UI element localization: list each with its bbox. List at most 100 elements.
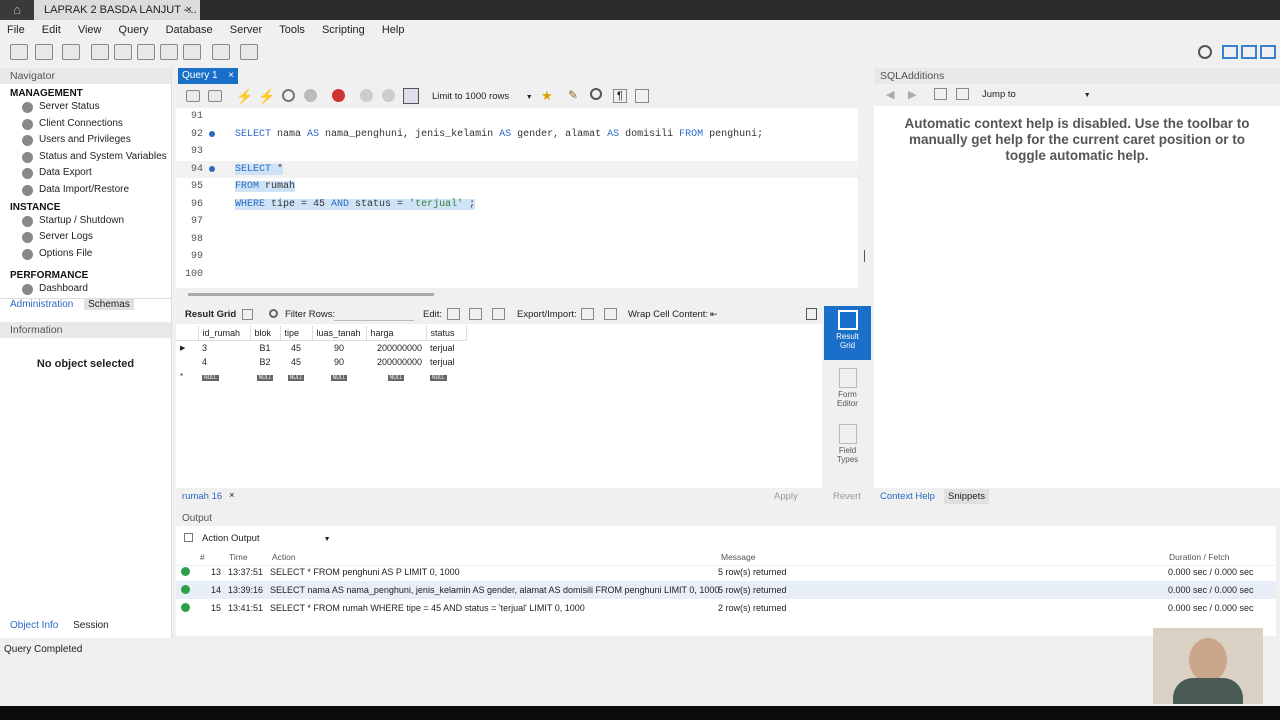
cell[interactable]: 3 (198, 341, 250, 356)
wrap-toggle-icon[interactable]: ⇤ (710, 309, 718, 320)
column-header[interactable]: blok (250, 326, 281, 341)
menu-query[interactable]: Query (112, 20, 156, 40)
tab-snippets[interactable]: Snippets (944, 489, 989, 504)
save-icon[interactable] (208, 90, 222, 102)
bookmark-star-icon[interactable]: ★ (541, 88, 553, 104)
menu-file[interactable]: File (0, 20, 32, 40)
toggle-panel-icon[interactable] (806, 308, 817, 320)
jump-to-select[interactable]: Jump to ▼ (982, 89, 1091, 100)
forward-icon[interactable]: ▶ (908, 88, 916, 101)
create-view-icon[interactable] (137, 44, 155, 60)
home-icon[interactable]: ⌂ (0, 0, 34, 20)
nav-options-file[interactable]: Options File (0, 246, 171, 263)
tab-session[interactable]: Session (73, 620, 109, 631)
horizontal-scrollbar[interactable] (176, 290, 858, 300)
autocommit-icon[interactable] (403, 88, 419, 104)
grid-icon[interactable] (242, 309, 253, 320)
new-connection-icon[interactable] (10, 44, 28, 60)
stop-icon[interactable] (304, 89, 317, 102)
cell[interactable]: 45 (280, 355, 312, 370)
menu-view[interactable]: View (71, 20, 109, 40)
menu-edit[interactable]: Edit (35, 20, 68, 40)
table-row[interactable]: ▶ 3 B1 45 90 200000000 terjual (176, 341, 466, 356)
result-grid[interactable]: id_rumah blok tipe luas_tanah harga stat… (176, 324, 822, 488)
toggle-secondary-sidebar-icon[interactable] (1260, 45, 1276, 59)
cell[interactable]: 45 (280, 341, 312, 356)
create-table-icon[interactable] (114, 44, 132, 60)
cell[interactable]: 200000000 (366, 341, 426, 356)
column-header[interactable]: harga (366, 326, 427, 341)
nav-status-variables[interactable]: Status and System Variables (0, 149, 171, 166)
cell[interactable]: terjual (426, 355, 466, 370)
nav-data-export[interactable]: Data Export (0, 165, 171, 182)
create-schema-icon[interactable] (91, 44, 109, 60)
find-icon[interactable] (590, 88, 602, 100)
execute-icon[interactable]: ⚡ (236, 88, 253, 105)
scroll-thumb[interactable] (188, 293, 434, 296)
new-row[interactable]: * NULL NULL NULL NULL NULL NULL (176, 370, 466, 385)
auto-help-icon[interactable] (956, 88, 969, 100)
menu-database[interactable]: Database (159, 20, 220, 40)
execute-current-icon[interactable]: ⚡ (258, 88, 275, 105)
beautify-icon[interactable]: ✎ (568, 88, 578, 102)
open-file-icon[interactable] (186, 90, 200, 102)
tab-context-help[interactable]: Context Help (880, 491, 935, 502)
gear-icon[interactable] (1198, 45, 1212, 59)
edit-row-icon[interactable] (447, 308, 460, 320)
cell[interactable]: 4 (198, 355, 250, 370)
output-row[interactable]: 15 13:41:51 SELECT * FROM rumah WHERE ti… (176, 599, 1276, 617)
invisible-chars-icon[interactable]: ¶ (613, 89, 627, 103)
cell[interactable]: terjual (426, 341, 466, 356)
apply-button[interactable]: Apply (774, 491, 798, 502)
nav-users-privileges[interactable]: Users and Privileges (0, 132, 171, 149)
tab-schemas[interactable]: Schemas (84, 298, 134, 310)
nav-data-import[interactable]: Data Import/Restore (0, 182, 171, 199)
cell[interactable]: 90 (312, 355, 366, 370)
copy-icon[interactable] (184, 533, 193, 542)
column-header[interactable]: id_rumah (198, 326, 251, 341)
toggle-sidebar-icon[interactable] (1222, 45, 1238, 59)
back-icon[interactable]: ◀ (886, 88, 894, 101)
result-tab-rumah[interactable]: rumah 16 (182, 491, 222, 502)
close-icon[interactable]: × (228, 68, 234, 84)
filter-rows-input[interactable] (334, 308, 414, 321)
menu-server[interactable]: Server (223, 20, 269, 40)
nav-startup-shutdown[interactable]: Startup / Shutdown (0, 213, 171, 230)
output-mode-select[interactable]: Action Output ▼ (202, 533, 331, 544)
commit-icon[interactable] (360, 89, 373, 102)
menu-scripting[interactable]: Scripting (315, 20, 372, 40)
form-editor-button[interactable]: Form Editor (824, 364, 871, 418)
column-header[interactable]: tipe (280, 326, 313, 341)
rollback-icon[interactable] (382, 89, 395, 102)
manage-connections-icon[interactable] (35, 44, 53, 60)
tab-object-info[interactable]: Object Info (10, 620, 58, 631)
result-grid-button[interactable]: Result Grid (824, 306, 871, 360)
output-row[interactable]: 14 13:39:16 SELECT nama AS nama_penghuni… (176, 581, 1276, 599)
nav-server-logs[interactable]: Server Logs (0, 229, 171, 246)
connection-tab[interactable]: LAPRAK 2 BASDA LANJUT -... × (34, 0, 200, 20)
table-row[interactable]: 4 B2 45 90 200000000 terjual (176, 355, 466, 370)
vertical-scrollbar[interactable] (864, 250, 865, 262)
revert-button[interactable]: Revert (833, 491, 861, 502)
open-sql-file-icon[interactable] (62, 44, 80, 60)
toggle-output-icon[interactable] (1241, 45, 1257, 59)
menu-help[interactable]: Help (375, 20, 412, 40)
field-types-button[interactable]: Field Types (824, 420, 871, 474)
tab-administration[interactable]: Administration (10, 299, 73, 310)
export-icon[interactable] (581, 308, 594, 320)
nav-server-status[interactable]: Server Status (0, 99, 171, 116)
cell[interactable]: B2 (250, 355, 280, 370)
error-toggle-icon[interactable] (332, 89, 345, 102)
column-header[interactable]: status (426, 326, 467, 341)
limit-rows-select[interactable]: Limit to 1000 rows ▼ (432, 91, 533, 102)
menu-tools[interactable]: Tools (272, 20, 312, 40)
sql-editor[interactable]: 91 92 SELECT nama AS nama_penghuni, jenis… (176, 108, 865, 288)
cell[interactable]: B1 (250, 341, 280, 356)
search-table-icon[interactable] (212, 44, 230, 60)
tab-query-1[interactable]: Query 1 × (178, 68, 238, 84)
manual-help-icon[interactable] (934, 88, 947, 100)
explain-icon[interactable] (282, 89, 295, 102)
delete-row-icon[interactable] (492, 308, 505, 320)
create-procedure-icon[interactable] (160, 44, 178, 60)
output-row[interactable]: 13 13:37:51 SELECT * FROM penghuni AS P … (176, 563, 1276, 581)
